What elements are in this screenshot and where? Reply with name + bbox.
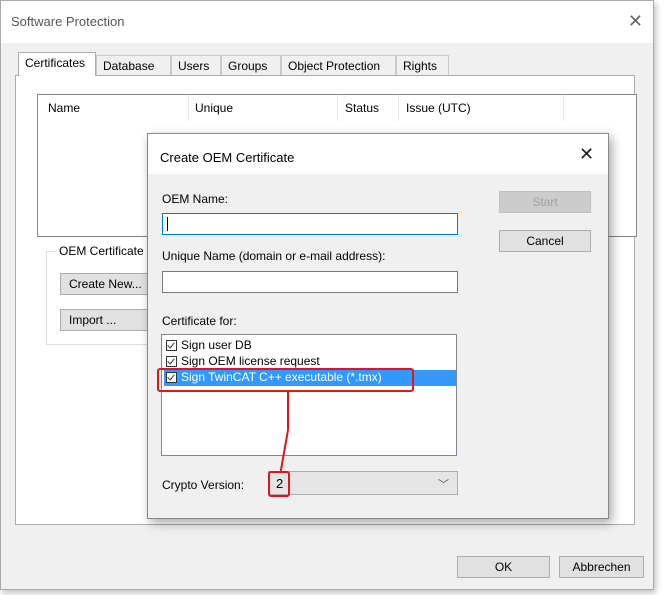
column-separator: [188, 95, 189, 121]
list-item-label: Sign OEM license request: [181, 354, 320, 368]
oem-name-input[interactable]: [162, 213, 458, 235]
crypto-version-select[interactable]: 2 ﹀: [268, 471, 458, 495]
cancel-button[interactable]: Cancel: [499, 230, 591, 252]
certificate-for-label: Certificate for:: [162, 314, 237, 328]
checkbox-checked-icon[interactable]: [166, 340, 177, 351]
tab-certificates[interactable]: Certificates: [18, 52, 96, 76]
list-item-label: Sign user DB: [181, 338, 252, 352]
start-button[interactable]: Start: [499, 191, 591, 213]
chevron-down-icon[interactable]: ﹀: [438, 476, 449, 492]
close-icon[interactable]: ✕: [579, 144, 594, 165]
certificate-for-list[interactable]: Sign user DB Sign OEM license request Si…: [161, 334, 457, 456]
tab-database[interactable]: Database: [96, 55, 171, 75]
create-new-button[interactable]: Create New...: [60, 273, 160, 295]
tab-groups[interactable]: Groups: [221, 55, 281, 75]
ok-button[interactable]: OK: [457, 556, 550, 578]
oem-name-label: OEM Name:: [162, 192, 229, 206]
annotation-highlight-crypto-version: [268, 471, 290, 497]
outer-titlebar: Software Protection ✕: [1, 1, 653, 43]
outer-dialog-title: Software Protection: [11, 14, 125, 29]
tab-rights[interactable]: Rights: [396, 55, 449, 75]
column-separator: [398, 95, 399, 121]
text-caret: [167, 217, 168, 231]
inner-titlebar: Create OEM Certificate ✕: [148, 134, 608, 174]
list-item-sign-user-db[interactable]: Sign user DB: [164, 338, 456, 354]
column-separator: [337, 95, 338, 121]
unique-name-label: Unique Name (domain or e-mail address):: [162, 249, 386, 263]
column-header-name[interactable]: Name: [48, 101, 80, 115]
annotation-highlight-tmx: [157, 368, 414, 392]
inner-dialog-title: Create OEM Certificate: [160, 150, 295, 165]
unique-name-input[interactable]: [162, 271, 458, 293]
import-button[interactable]: Import ...: [60, 309, 160, 331]
crypto-version-label: Crypto Version:: [162, 478, 245, 492]
column-header-unique[interactable]: Unique: [195, 101, 233, 115]
tab-object-protection[interactable]: Object Protection: [281, 55, 396, 75]
annotation-connector: [287, 391, 289, 430]
close-icon[interactable]: ✕: [628, 11, 643, 32]
abbrechen-button[interactable]: Abbrechen: [559, 556, 644, 578]
column-header-issue[interactable]: Issue (UTC): [406, 101, 471, 115]
column-header-status[interactable]: Status: [345, 101, 379, 115]
checkbox-checked-icon[interactable]: [166, 356, 177, 367]
tab-users[interactable]: Users: [171, 55, 221, 75]
oem-certificate-group-label: OEM Certificate: [56, 244, 147, 258]
column-separator: [563, 95, 564, 121]
